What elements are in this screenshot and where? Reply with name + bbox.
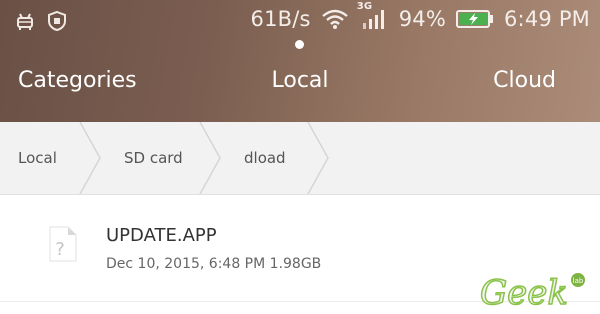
svg-text:?: ? xyxy=(55,239,65,260)
tab-cloud[interactable]: Cloud xyxy=(493,68,556,93)
chevron-right-icon xyxy=(307,122,329,194)
shield-icon xyxy=(46,10,68,32)
battery-charging-icon xyxy=(455,9,494,29)
breadcrumb-sd-card[interactable]: SD card xyxy=(124,122,183,194)
status-bar: 61B/s 3G 94% 6:49 PM xyxy=(0,0,600,44)
file-meta: Dec 10, 2015, 6:48 PM 1.98GB xyxy=(106,256,321,272)
unknown-file-icon: ? xyxy=(48,225,78,267)
network-speed: 61B/s xyxy=(250,7,311,31)
file-date: Dec 10, 2015, 6:48 PM xyxy=(106,256,266,272)
android-debug-icon xyxy=(14,10,36,32)
watermark-logo: Geek lab xyxy=(478,270,590,314)
breadcrumb-local[interactable]: Local xyxy=(18,122,57,194)
tab-bar: Categories Local Cloud xyxy=(0,62,600,112)
wifi-icon xyxy=(321,8,349,30)
watermark-text: Geek xyxy=(480,273,568,310)
file-name: UPDATE.APP xyxy=(106,225,217,246)
status-bar-left xyxy=(14,10,68,32)
clock: 6:49 PM xyxy=(503,7,590,31)
file-size: 1.98GB xyxy=(269,256,322,272)
battery-percent: 94% xyxy=(398,7,446,31)
tab-categories[interactable]: Categories xyxy=(18,68,137,93)
breadcrumb-dload[interactable]: dload xyxy=(244,122,286,194)
network-type: 3G xyxy=(356,1,373,12)
app-header: 61B/s 3G 94% 6:49 PM Categories Local Cl… xyxy=(0,0,600,122)
status-bar-right: 61B/s 3G 94% 6:49 PM xyxy=(250,1,590,32)
selected-tab-indicator xyxy=(295,40,304,49)
chevron-right-icon xyxy=(199,122,221,194)
tab-local[interactable]: Local xyxy=(271,68,328,93)
cell-signal-icon: 3G xyxy=(357,1,389,32)
breadcrumb: Local SD card dload xyxy=(0,122,600,195)
chevron-right-icon xyxy=(79,122,101,194)
watermark-badge: lab xyxy=(573,277,584,285)
